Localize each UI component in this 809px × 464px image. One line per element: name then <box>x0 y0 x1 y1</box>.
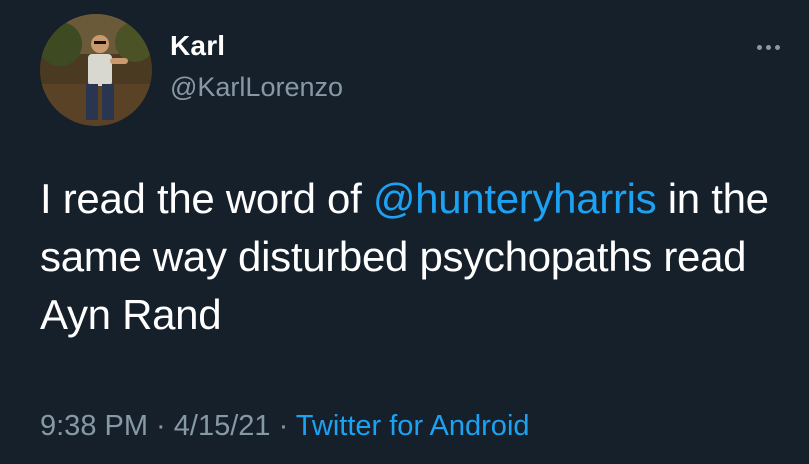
avatar-image <box>40 14 152 126</box>
tweet-time[interactable]: 9:38 PM <box>40 410 148 442</box>
avatar[interactable] <box>40 14 152 126</box>
tweet-date[interactable]: 4/15/21 <box>174 410 271 442</box>
tweet-text: I read the word of @hunteryharris in the… <box>40 170 780 344</box>
meta-separator: · <box>148 410 174 442</box>
user-handle[interactable]: @KarlLorenzo <box>170 72 343 103</box>
tweet-text-part-1: I read the word of <box>40 175 373 222</box>
mention-link[interactable]: @hunteryharris <box>373 175 657 222</box>
more-options-button[interactable] <box>748 32 788 62</box>
tweet-source-link[interactable]: Twitter for Android <box>296 410 530 442</box>
display-name[interactable]: Karl <box>170 30 225 62</box>
more-horizontal-icon <box>756 44 762 50</box>
meta-separator-2: · <box>270 410 296 442</box>
tweet-metadata: 9:38 PM · 4/15/21 · Twitter for Android <box>40 410 530 443</box>
more-horizontal-icon-dot-3 <box>774 44 780 50</box>
tweet-card: Karl @KarlLorenzo I read the word of @hu… <box>0 0 809 464</box>
more-horizontal-icon-dot-2 <box>765 44 771 50</box>
